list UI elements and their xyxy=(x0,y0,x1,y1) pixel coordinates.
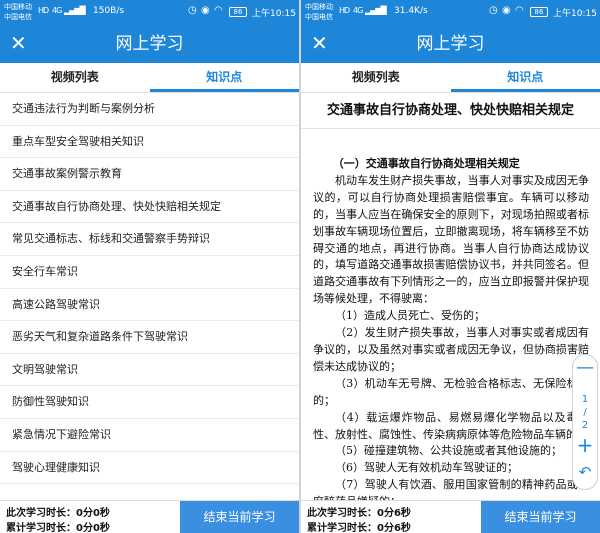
tab-knowledge-points[interactable]: 知识点 xyxy=(451,63,600,92)
tab-bar: 视频列表 知识点 xyxy=(0,63,299,93)
tab-knowledge-points[interactable]: 知识点 xyxy=(150,63,300,92)
current-page: 1 xyxy=(581,394,589,405)
article-screen: 中国移动 中国电信 HD 4G ▂▄▆█ 31.4K/s ◷ ◉ ◠ 86 上午… xyxy=(301,0,600,533)
network-type: 4G xyxy=(52,6,62,15)
tab-video-list[interactable]: 视频列表 xyxy=(0,63,150,92)
article-paragraph: （3）机动车无号牌、无检验合格标志、无保险标志的； xyxy=(313,376,589,407)
clock: 上午10:15 xyxy=(553,9,597,19)
study-footer: 此次学习时长：0分6秒 累计学习时长：0分6秒 结束当前学习 xyxy=(301,500,600,533)
hd-badge: HD xyxy=(38,6,49,15)
wifi-icon: ◠ xyxy=(214,5,223,16)
topic-list: 交通违法行为判断与案例分析 重点车型安全驾驶相关知识 交通事故案例警示教育 交通… xyxy=(0,93,299,485)
title-divider xyxy=(301,128,600,129)
session-study-time: 此次学习时长：0分0秒 xyxy=(6,508,110,519)
article-paragraph: （6）驾驶人无有效机动车驾驶证的； xyxy=(335,461,518,475)
signal-icon: ▂▄▆█ xyxy=(365,6,387,15)
clock: 上午10:15 xyxy=(252,9,296,19)
list-item[interactable]: 紧急情况下避险常识 xyxy=(0,419,299,452)
page-title: 网上学习 xyxy=(115,34,184,54)
carrier-info: 中国移动 中国电信 xyxy=(4,2,32,22)
end-study-button[interactable]: 结束当前学习 xyxy=(180,501,299,533)
carrier-mobile: 中国移动 xyxy=(4,3,32,11)
tab-bar: 视频列表 知识点 xyxy=(301,63,600,93)
section-heading: （一）交通事故自行协商处理相关规定 xyxy=(332,157,520,170)
battery-icon: 86 xyxy=(530,7,548,17)
list-item[interactable]: 防御性驾驶知识 xyxy=(0,386,299,419)
zoom-out-button[interactable]: — xyxy=(573,357,597,378)
article-paragraph: （4）载运爆炸物品、易燃易爆化学物品以及毒害性、放射性、腐蚀性、传染病病原体等危… xyxy=(313,410,589,441)
list-item[interactable]: 文明驾驶常识 xyxy=(0,354,299,387)
page-title: 网上学习 xyxy=(416,34,485,54)
article-paragraph: （1）造成人员死亡、受伤的； xyxy=(335,309,485,323)
location-icon: ◉ xyxy=(201,5,210,16)
list-item[interactable]: 驾驶心理健康知识 xyxy=(0,452,299,485)
page-navigator: — 1 / 2 + ↶ xyxy=(572,354,598,490)
article-paragraph: 机动车发生财产损失事故，当事人对事实及成因无争议的，可以自行协商处理损害赔偿事宜… xyxy=(313,173,589,306)
signal-icon: ▂▄▆█ xyxy=(64,6,86,15)
carrier-telecom: 中国电信 xyxy=(4,13,32,21)
back-icon[interactable]: ↶ xyxy=(573,463,597,481)
title-bar: ✕ 网上学习 xyxy=(301,25,600,63)
carrier-info: 中国移动 中国电信 xyxy=(305,2,333,22)
session-study-time: 此次学习时长：0分6秒 xyxy=(307,508,411,519)
article-title: 交通事故自行协商处理、快处快赔相关规定 xyxy=(326,103,574,118)
end-study-button[interactable]: 结束当前学习 xyxy=(481,501,600,533)
list-item[interactable]: 常见交通标志、标线和交通警察手势辩识 xyxy=(0,223,299,256)
status-bar: 中国移动 中国电信 HD 4G ▂▄▆█ 31.4K/s ◷ ◉ ◠ 86 上午… xyxy=(301,0,600,25)
study-footer: 此次学习时长：0分0秒 累计学习时长：0分0秒 结束当前学习 xyxy=(0,500,299,533)
alarm-icon: ◷ xyxy=(489,5,498,16)
list-item[interactable]: 交通违法行为判断与案例分析 xyxy=(0,93,299,126)
location-icon: ◉ xyxy=(502,5,511,16)
title-bar: ✕ 网上学习 xyxy=(0,25,299,63)
hd-badge: HD xyxy=(339,6,350,15)
active-tab-indicator xyxy=(450,89,600,92)
zoom-in-button[interactable]: + xyxy=(573,433,597,457)
page-separator: / xyxy=(583,407,587,418)
active-tab-indicator xyxy=(149,89,299,92)
network-speed: 31.4K/s xyxy=(394,6,428,16)
list-item[interactable]: 安全行车常识 xyxy=(0,256,299,289)
topic-list-screen: 中国移动 中国电信 HD 4G ▂▄▆█ 150B/s ◷ ◉ ◠ 86 上午1… xyxy=(0,0,299,533)
list-item[interactable]: 恶劣天气和复杂道路条件下驾驶常识 xyxy=(0,321,299,354)
battery-icon: 86 xyxy=(229,7,247,17)
carrier-mobile: 中国移动 xyxy=(305,3,333,11)
total-pages: 2 xyxy=(581,420,589,431)
total-study-time: 累计学习时长：0分6秒 xyxy=(307,523,411,533)
list-item[interactable]: 交通事故案例警示教育 xyxy=(0,158,299,191)
list-item[interactable]: 重点车型安全驾驶相关知识 xyxy=(0,126,299,159)
network-speed: 150B/s xyxy=(93,6,125,16)
wifi-icon: ◠ xyxy=(515,5,524,16)
article-body: （一）交通事故自行协商处理相关规定 机动车发生财产损失事故，当事人对事实及成因无… xyxy=(313,156,589,511)
tab-video-list[interactable]: 视频列表 xyxy=(301,63,451,92)
network-type: 4G xyxy=(353,6,363,15)
alarm-icon: ◷ xyxy=(188,5,197,16)
list-item[interactable]: 交通事故自行协商处理、快处快赔相关规定 xyxy=(0,191,299,224)
carrier-telecom: 中国电信 xyxy=(305,13,333,21)
article-paragraph: （5）碰撞建筑物、公共设施或者其他设施的； xyxy=(335,444,562,458)
status-bar: 中国移动 中国电信 HD 4G ▂▄▆█ 150B/s ◷ ◉ ◠ 86 上午1… xyxy=(0,0,299,25)
list-item[interactable]: 高速公路驾驶常识 xyxy=(0,289,299,322)
total-study-time: 累计学习时长：0分0秒 xyxy=(6,523,110,533)
article-paragraph: （2）发生财产损失事故，当事人对事实或者成因有争议的，以及虽然对事实或者成因无争… xyxy=(313,326,589,373)
page-indicator: 1 / 2 xyxy=(573,393,597,432)
